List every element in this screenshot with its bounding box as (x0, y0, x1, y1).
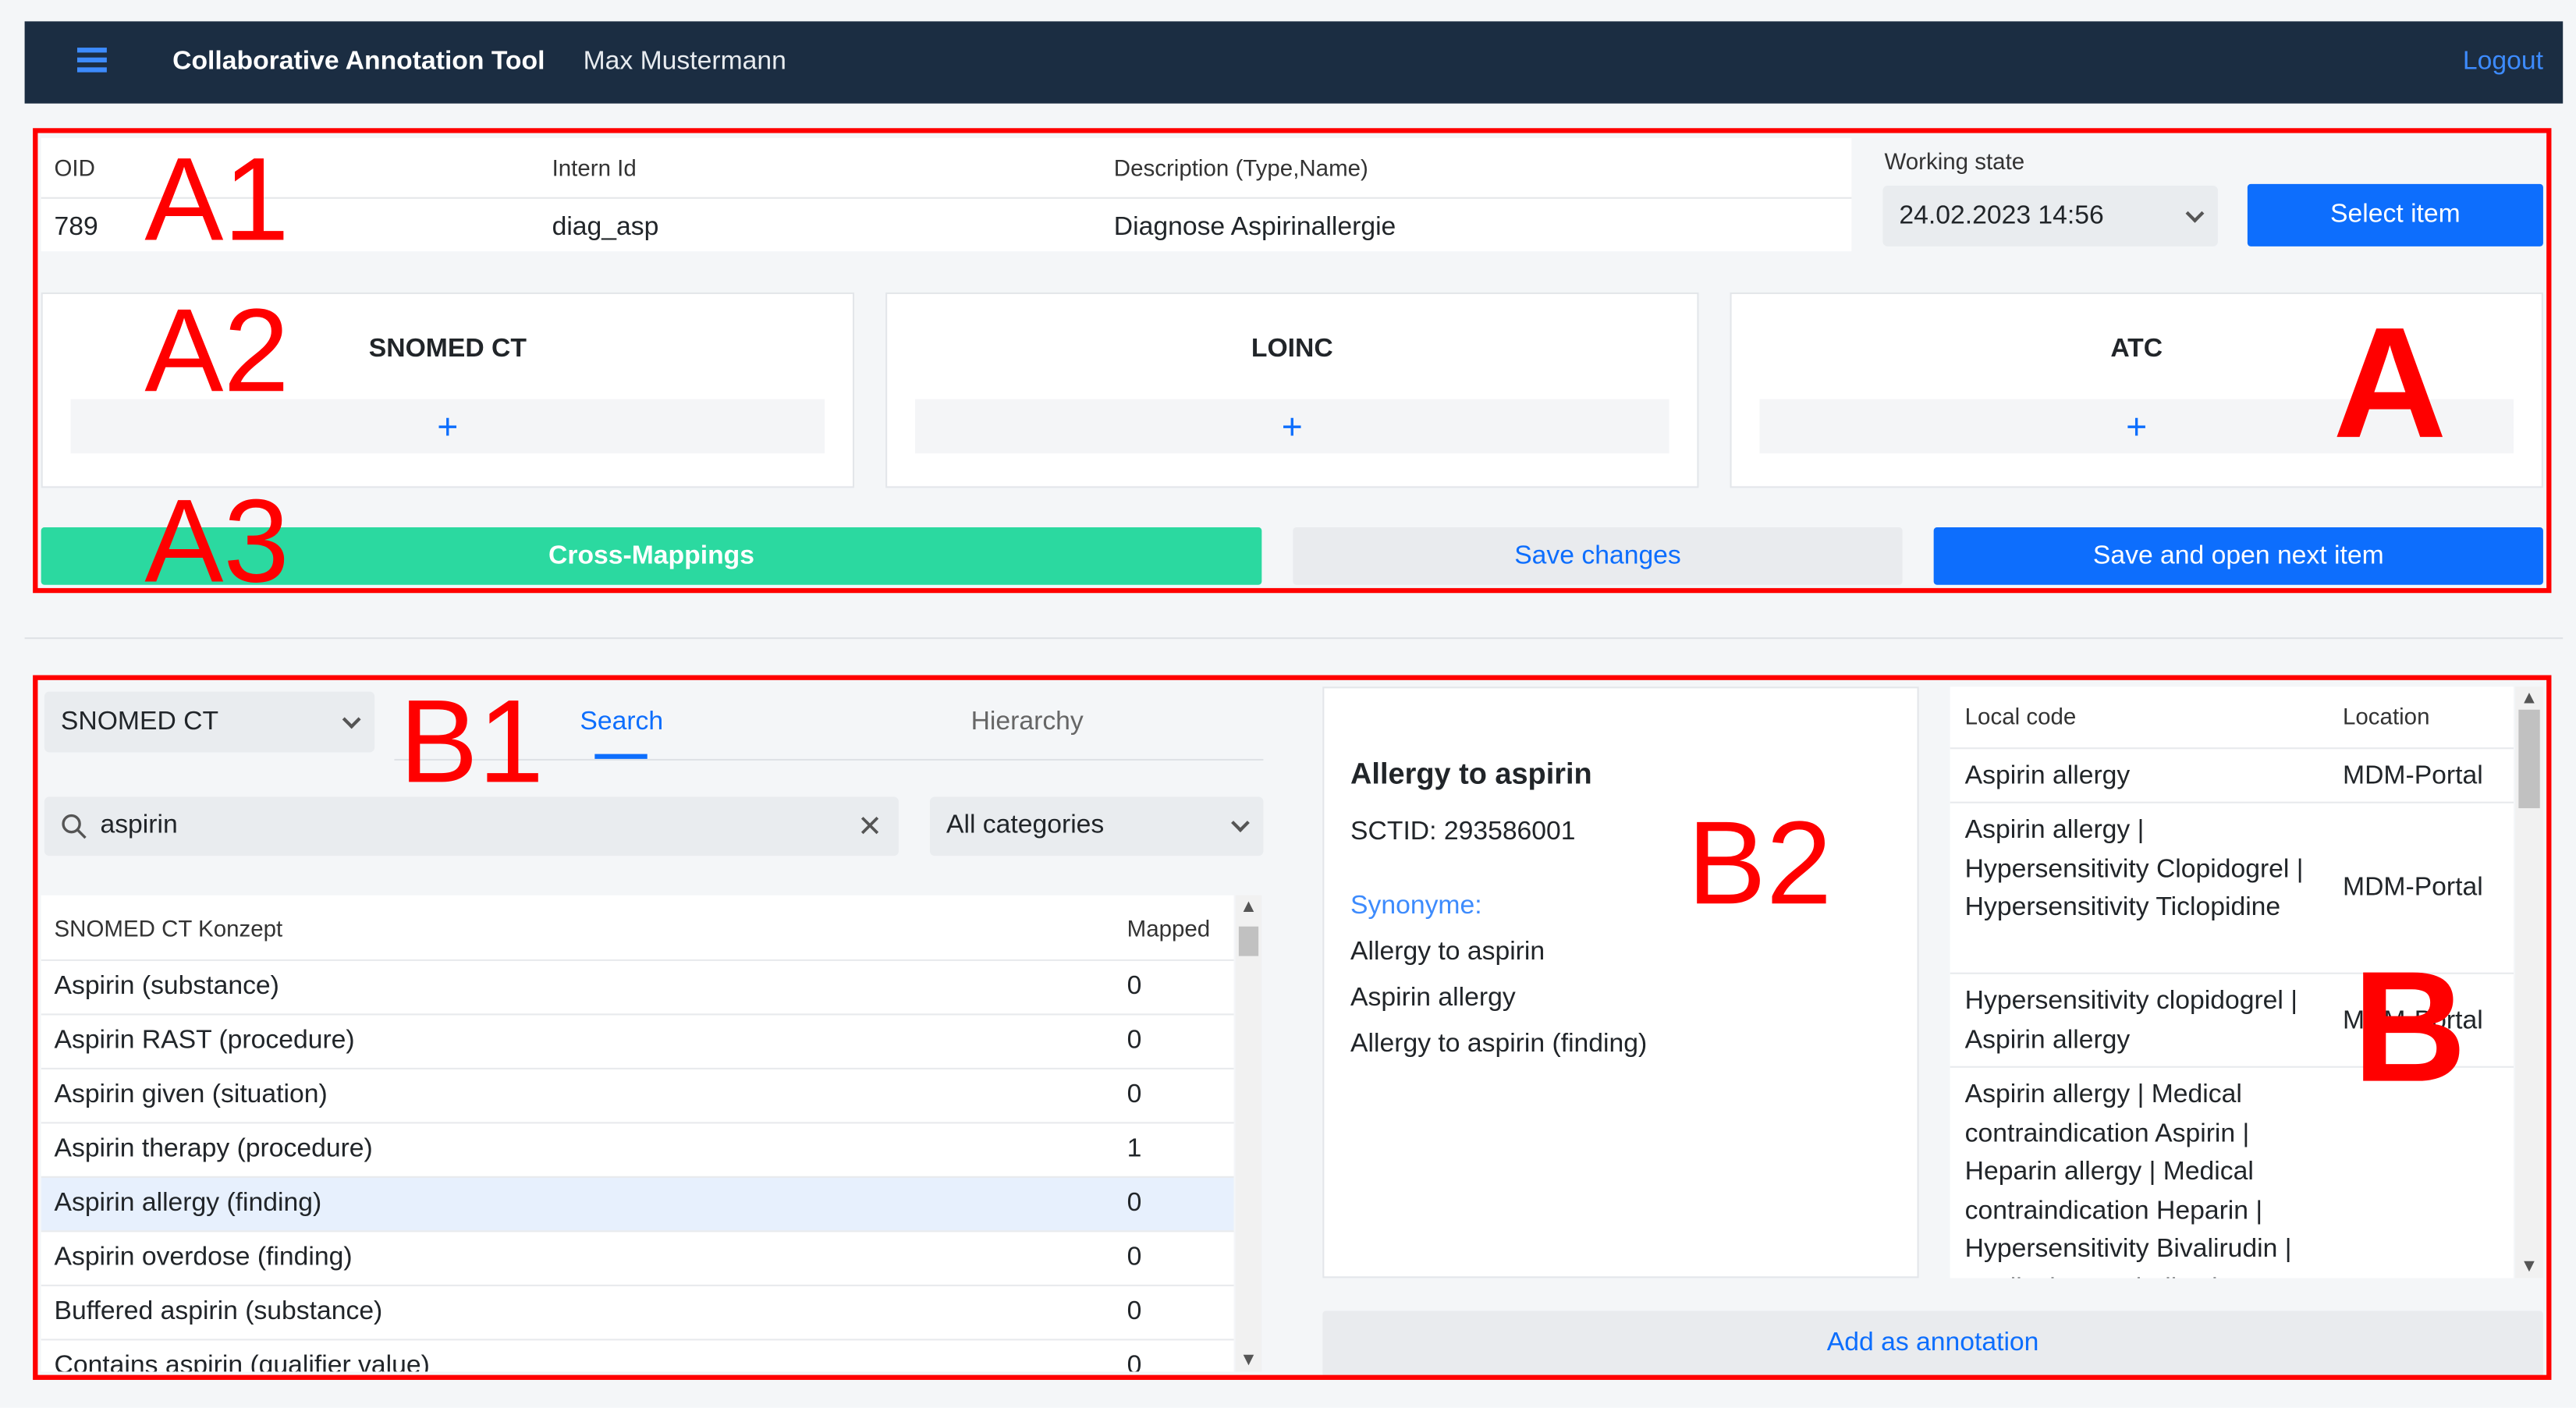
logout-link[interactable]: Logout (2463, 48, 2543, 77)
local-code-row[interactable]: Aspirin allergy MDM-Portal (1950, 747, 2514, 802)
mapped-count: 0 (1127, 1352, 1142, 1372)
clear-icon[interactable]: ✕ (857, 809, 882, 843)
result-row[interactable]: Aspirin therapy (procedure) 1 (41, 1122, 1234, 1176)
save-changes-button[interactable]: Save changes (1293, 527, 1903, 585)
concept-name: Aspirin therapy (procedure) (54, 1135, 373, 1163)
hamburger-icon[interactable] (76, 48, 107, 74)
local-code: Hypersensitivity clopidogrel | Aspirin a… (1964, 987, 2298, 1054)
tab-divider (394, 758, 1264, 761)
local-code: Aspirin allergy (1964, 762, 2131, 790)
result-row[interactable]: Aspirin RAST (procedure) 0 (41, 1013, 1234, 1067)
label-b1: B1 (399, 676, 545, 809)
working-state-value: 24.02.2023 14:56 (1899, 200, 2104, 229)
synonym: Allergy to aspirin (finding) (1350, 1030, 1648, 1059)
mapped-count: 1 (1127, 1135, 1142, 1163)
result-row[interactable]: Aspirin given (situation) 0 (41, 1067, 1234, 1122)
location: MDM-Portal (2343, 761, 2483, 789)
mapped-count: 0 (1127, 972, 1142, 1001)
concept-name: Contains aspirin (qualifier value) (54, 1352, 430, 1372)
terminology-card-snomed: SNOMED CT + (41, 292, 855, 488)
user-name: Max Mustermann (583, 48, 786, 76)
concept-name: Aspirin overdose (finding) (54, 1243, 353, 1271)
terminology-value: SNOMED CT (60, 707, 219, 736)
concept-sctid: SCTID: 293586001 (1350, 817, 1576, 846)
location: MDM-Portal (2343, 874, 2483, 903)
app-title: Collaborative Annotation Tool (172, 48, 545, 76)
scroll-up-icon[interactable]: ▲ (2515, 688, 2543, 708)
header-location: Location (2343, 703, 2430, 730)
local-code-row[interactable]: Aspirin allergy | Medical contraindicati… (1950, 1066, 2514, 1279)
concept-name: Aspirin given (situation) (54, 1080, 328, 1109)
concept-name: Aspirin (substance) (54, 972, 279, 1001)
result-row[interactable]: Contains aspirin (qualifier value) 0 (41, 1339, 1234, 1371)
search-input[interactable]: aspirin ✕ (44, 796, 899, 857)
result-row[interactable]: Aspirin (substance) 0 (41, 959, 1234, 1013)
add-annotation-button[interactable]: Add as annotation (1322, 1310, 2543, 1377)
add-snomed-button[interactable]: + (70, 399, 825, 454)
synonym: Allergy to aspirin (1350, 938, 1545, 966)
oid-value: 789 (54, 213, 98, 242)
mapped-count: 0 (1127, 1243, 1142, 1271)
header-intern-id: Intern Id (552, 154, 637, 181)
scroll-up-icon[interactable]: ▲ (1236, 897, 1262, 917)
local-code-row[interactable]: Aspirin allergy | Hypersensitivity Clopi… (1950, 801, 2514, 973)
card-title: LOINC (1251, 335, 1333, 364)
terminology-card-atc: ATC + (1730, 292, 2543, 488)
mapped-count: 0 (1127, 1189, 1142, 1218)
header-concept: SNOMED CT Konzept (54, 914, 283, 942)
save-next-button[interactable]: Save and open next item (1933, 527, 2543, 585)
scroll-down-icon[interactable]: ▼ (2515, 1257, 2543, 1276)
header-local-code: Local code (1964, 703, 2077, 730)
select-item-button[interactable]: Select item (2247, 183, 2543, 246)
concept-name: Aspirin allergy (finding) (54, 1189, 322, 1218)
intern-id-value: diag_asp (552, 213, 659, 242)
search-query: aspirin (100, 811, 178, 840)
category-value: All categories (946, 811, 1105, 840)
header-description: Description (Type,Name) (1113, 154, 1368, 181)
card-title: SNOMED CT (368, 335, 527, 364)
tab-hierarchy[interactable]: Hierarchy (971, 708, 1084, 738)
app: Collaborative Annotation Tool Max Muster… (0, 0, 2576, 1408)
tab-search[interactable]: Search (580, 708, 663, 738)
card-title: ATC (2110, 335, 2163, 364)
result-row[interactable]: Aspirin overdose (finding) 0 (41, 1230, 1234, 1284)
terminology-select[interactable]: SNOMED CT (44, 691, 375, 753)
terminology-card-loinc: LOINC + (885, 292, 1699, 488)
header-oid: OID (54, 154, 95, 181)
synonyms-label: Synonyme: (1350, 892, 1482, 920)
concept-name: Aspirin RAST (procedure) (54, 1027, 355, 1055)
mapped-count: 0 (1127, 1080, 1142, 1109)
mapped-count: 0 (1127, 1297, 1142, 1326)
location: MDM-Portal (2343, 1005, 2483, 1034)
cross-mappings-button[interactable]: Cross-Mappings (41, 527, 1262, 585)
result-row[interactable]: Buffered aspirin (substance) 0 (41, 1284, 1234, 1339)
category-select[interactable]: All categories (929, 796, 1264, 857)
add-atc-button[interactable]: + (1759, 399, 2514, 454)
result-row[interactable]: Aspirin allergy (finding) 0 (41, 1176, 1234, 1231)
scroll-down-icon[interactable]: ▼ (1236, 1350, 1262, 1370)
concept-detail: Allergy to aspirin SCTID: 293586001 Syno… (1322, 686, 1919, 1279)
local-code-row[interactable]: Hypersensitivity clopidogrel | Aspirin a… (1950, 972, 2514, 1066)
chevron-down-icon (342, 709, 361, 729)
mapped-count: 0 (1127, 1027, 1142, 1055)
concept-name: Buffered aspirin (substance) (54, 1297, 383, 1326)
chevron-down-icon (2185, 203, 2205, 222)
chevron-down-icon (1231, 814, 1250, 832)
local-code: Aspirin allergy | Medical contraindicati… (1964, 1080, 2292, 1279)
search-icon (62, 814, 87, 839)
working-state-select[interactable]: 24.02.2023 14:56 (1882, 185, 2218, 246)
local-code: Aspirin allergy | Hypersensitivity Clopi… (1964, 816, 2304, 922)
working-state-label: Working state (1884, 147, 2025, 175)
add-loinc-button[interactable]: + (914, 399, 1669, 454)
item-table: OID Intern Id Description (Type,Name) 78… (41, 137, 1852, 252)
results-table: SNOMED CT Konzept Mapped Aspirin (substa… (41, 895, 1234, 1372)
header-mapped: Mapped (1127, 914, 1211, 942)
concept-title: Allergy to aspirin (1350, 757, 1592, 790)
synonym: Aspirin allergy (1350, 984, 1516, 1013)
divider (24, 637, 2564, 640)
description-value: Diagnose Aspirinallergie (1113, 213, 1396, 242)
navbar: Collaborative Annotation Tool Max Muster… (24, 21, 2564, 104)
local-codes-scrollbar[interactable]: ▲ ▼ (2515, 686, 2543, 1279)
results-scrollbar[interactable]: ▲ ▼ (1235, 895, 1262, 1372)
